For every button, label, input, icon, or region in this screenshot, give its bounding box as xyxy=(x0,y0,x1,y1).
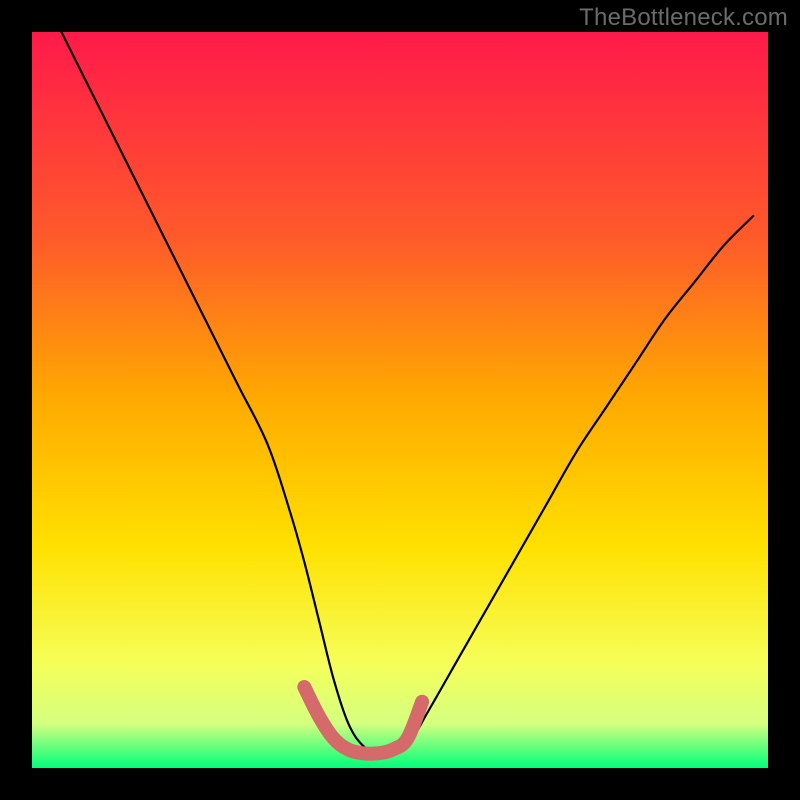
watermark-label: TheBottleneck.com xyxy=(579,4,788,32)
plot-background xyxy=(32,32,768,768)
chart-container: TheBottleneck.com xyxy=(0,0,800,800)
chart-svg xyxy=(0,0,800,800)
